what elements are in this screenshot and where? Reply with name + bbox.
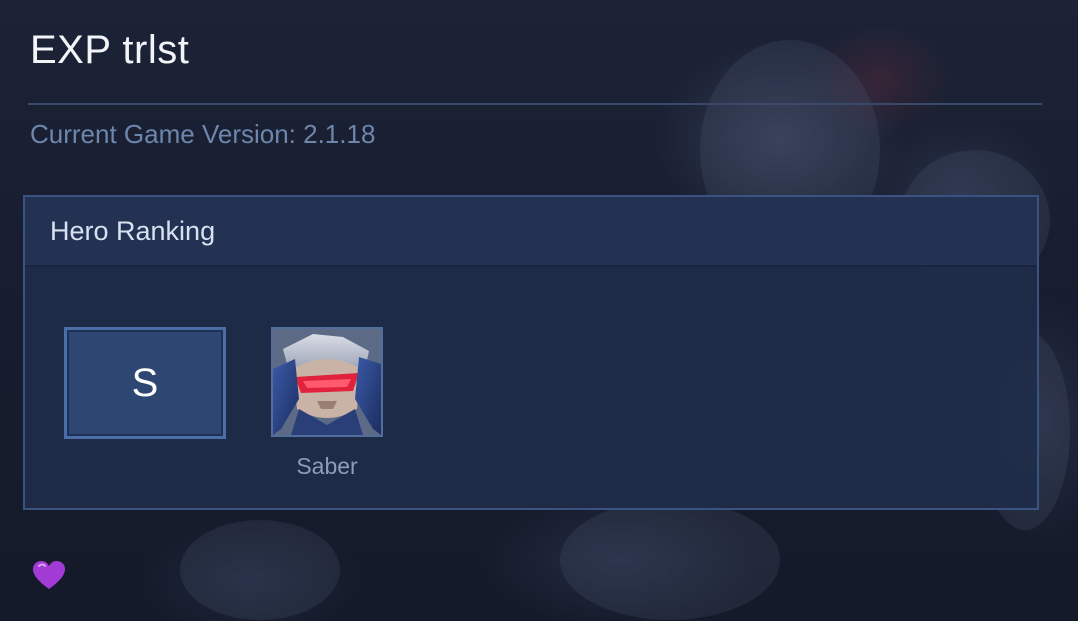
hero-name-saber: Saber [296,453,358,479]
page-title: EXP trlst [30,28,190,72]
panel-title: Hero Ranking [50,215,216,246]
tier-badge-s: S [64,327,226,439]
saber-hero-portrait[interactable] [271,327,383,437]
purple-heart-icon [32,560,66,590]
hero-ranking-panel: Hero Ranking S Saber [23,195,1039,510]
title-divider [28,103,1042,105]
hero-card-saber[interactable]: Saber [271,327,383,480]
panel-header: Hero Ranking [25,197,1037,267]
game-version-text: Current Game Version: 2.1.18 [30,119,376,149]
